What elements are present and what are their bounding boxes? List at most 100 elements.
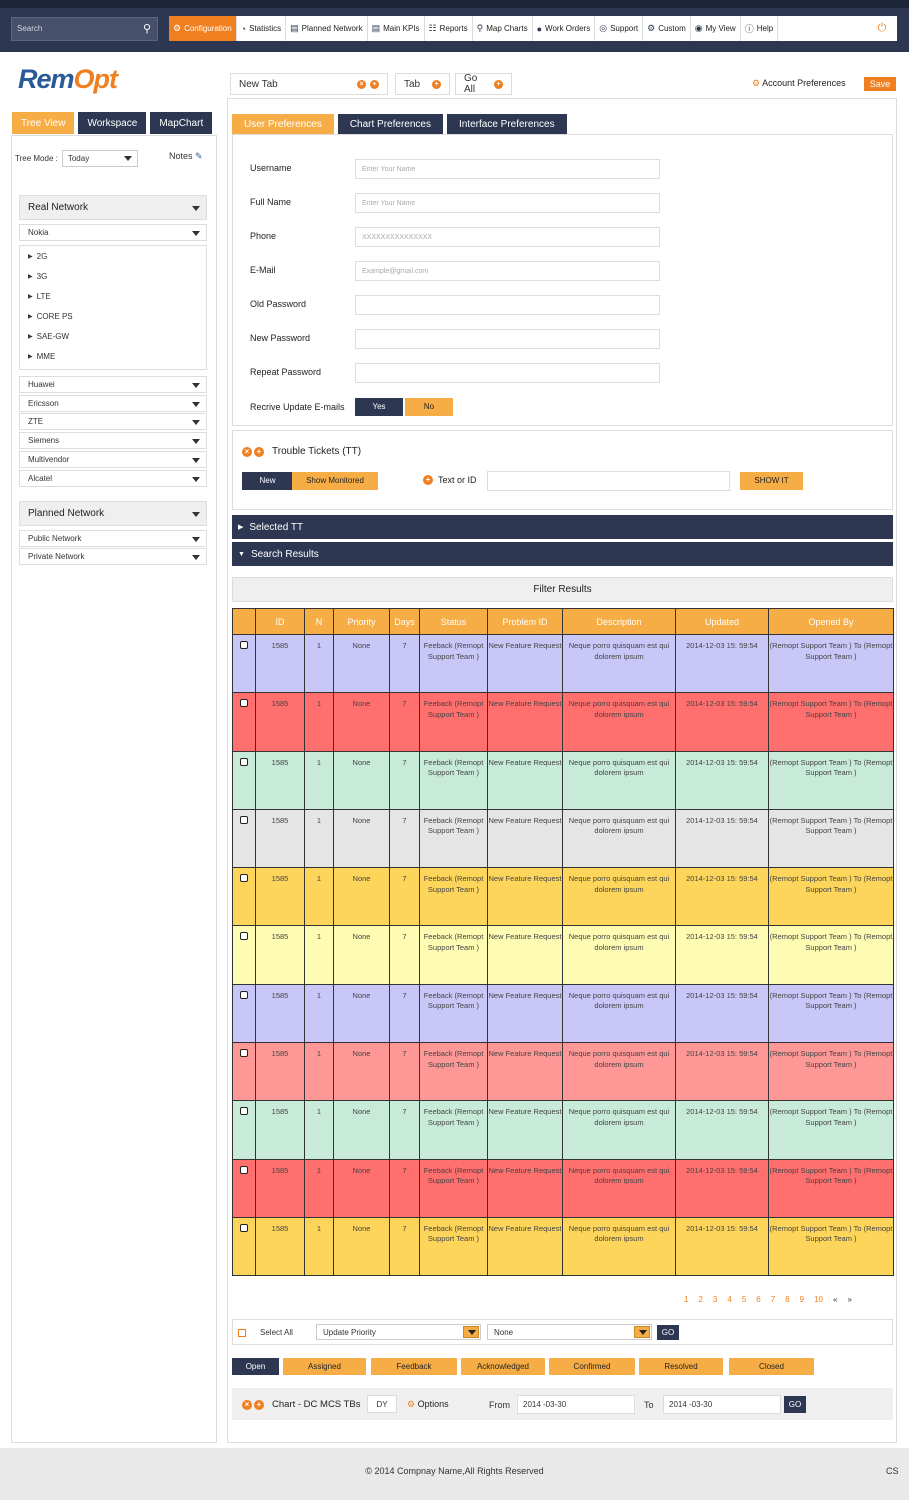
notes-link[interactable]: Notes ✎ [169, 151, 203, 162]
go-button[interactable]: GO [657, 1325, 679, 1340]
search-icon[interactable]: ⚲ [143, 22, 151, 35]
row-checkbox[interactable] [240, 699, 248, 708]
row-checkbox[interactable] [240, 1049, 248, 1058]
row-checkbox[interactable] [240, 1223, 248, 1232]
username-field[interactable]: Enter Your Name [355, 159, 660, 179]
nav-map-charts[interactable]: ⚲ Map Charts [473, 16, 533, 41]
search-results-bar[interactable]: ▼ Search Results [232, 542, 893, 566]
nav-statistics[interactable]: ◔ Statistics [237, 16, 287, 41]
show-monitored-button[interactable]: Show Monitored [292, 472, 378, 490]
tree-mode-select[interactable]: Today [61, 150, 138, 167]
pager-page[interactable]: 5 [742, 1295, 746, 1304]
column-header[interactable]: N [304, 608, 334, 635]
tree-node[interactable]: ▶ 2G [20, 246, 206, 266]
tree-node[interactable]: ▶ LTE [20, 286, 206, 306]
tab-workspace[interactable]: Workspace [78, 112, 147, 134]
status-acknowledged-button[interactable]: Acknowledged [461, 1358, 545, 1375]
status-feedback-button[interactable]: Feedback [371, 1358, 457, 1375]
table-row[interactable]: 1585 1 None 7 Feeback (Remopt Support Team )… [232, 1042, 894, 1102]
from-date-input[interactable]: 2014 -03-30 [517, 1395, 635, 1414]
vendor-multivendor[interactable]: Multivendor [19, 451, 207, 468]
row-checkbox[interactable] [240, 932, 248, 941]
pager-nav[interactable]: » [847, 1295, 851, 1304]
column-header[interactable]: Priority [333, 608, 390, 635]
options-button[interactable]: ⚙ Options [407, 1399, 449, 1410]
status-closed-button[interactable]: Closed [729, 1358, 814, 1375]
column-header[interactable] [232, 608, 256, 635]
pager-page[interactable]: 3 [713, 1295, 717, 1304]
add-icon[interactable]: + [254, 446, 264, 457]
pager-page[interactable]: 1 [684, 1295, 688, 1304]
old-password-field[interactable] [355, 295, 660, 315]
email-field[interactable]: Example@gmail.com [355, 261, 660, 281]
tab-tab[interactable]: Tab + [395, 73, 450, 95]
table-row[interactable]: 1585 1 None 7 Feeback (Remopt Support Team )… [232, 692, 894, 752]
add-icon[interactable]: + [494, 79, 503, 89]
column-header[interactable]: Updated [675, 608, 769, 635]
nav-custom[interactable]: ⚙ Custom [643, 16, 691, 41]
show-it-button[interactable]: SHOW IT [740, 472, 803, 490]
row-checkbox[interactable] [240, 874, 248, 883]
select-all[interactable]: Select All [238, 1328, 293, 1337]
private-network[interactable]: Private Network [19, 548, 207, 565]
table-row[interactable]: 1585 1 None 7 Feeback (Remopt Support Team )… [232, 925, 894, 985]
table-row[interactable]: 1585 1 None 7 Feeback (Remopt Support Team )… [232, 1100, 894, 1160]
row-checkbox[interactable] [240, 990, 248, 999]
tab-user-preferences[interactable]: User Preferences [232, 114, 334, 134]
text-or-id-input[interactable] [487, 471, 730, 491]
table-row[interactable]: 1585 1 None 7 Feeback (Remopt Support Team )… [232, 808, 894, 869]
search-input[interactable]: Search ⚲ [11, 17, 158, 41]
vendor-huawei[interactable]: Huawei [19, 376, 207, 393]
tab-go-all[interactable]: Go All + [455, 73, 512, 95]
nav-support[interactable]: ◎ Support [595, 16, 644, 41]
add-icon[interactable]: + [432, 79, 441, 89]
tree-node[interactable]: ▶ 3G [20, 266, 206, 286]
close-icon[interactable]: × [242, 1399, 252, 1410]
real-network-group[interactable]: Real Network [19, 195, 207, 220]
add-icon[interactable]: + [254, 1399, 264, 1410]
nav-my-view[interactable]: ◉ My View [691, 16, 741, 41]
column-header[interactable]: ID [255, 608, 305, 635]
tab-mapchart[interactable]: MapChart [150, 112, 213, 134]
yes-button[interactable]: Yes [355, 398, 403, 416]
close-icon[interactable]: × [242, 446, 252, 457]
table-row[interactable]: 1585 1 None 7 Feeback (Remopt Support Team )… [232, 633, 894, 694]
row-checkbox[interactable] [240, 641, 248, 649]
row-checkbox[interactable] [240, 815, 248, 824]
tab-tree-view[interactable]: Tree View [12, 112, 75, 134]
vendor-zte[interactable]: ZTE [19, 413, 207, 430]
pager-page[interactable]: 9 [800, 1295, 804, 1304]
status-open-button[interactable]: Open [232, 1358, 279, 1375]
phone-field[interactable]: XXXXXXXXXXXXXXX [355, 227, 660, 247]
tab-new-tab[interactable]: New Tab × + [230, 73, 388, 95]
nav-configuration[interactable]: ⚙ Configuration [169, 16, 237, 41]
chart-go-button[interactable]: GO [784, 1396, 806, 1413]
priority-value-select[interactable]: None [487, 1324, 652, 1340]
column-header[interactable]: Problem ID [487, 608, 563, 635]
table-row[interactable]: 1585 1 None 7 Feeback (Remopt Support Team )… [232, 983, 894, 1044]
pager-page[interactable]: 10 [814, 1295, 823, 1304]
pager-page[interactable]: 4 [727, 1295, 731, 1304]
close-icon[interactable]: × [357, 79, 366, 89]
fullname-field[interactable]: Enter Your Name [355, 193, 660, 213]
vendor-select-nokia[interactable]: Nokia [19, 224, 207, 241]
column-header[interactable]: Status [419, 608, 488, 635]
column-header[interactable]: Opened By [768, 608, 894, 635]
table-row[interactable]: 1585 1 None 7 Feeback (Remopt Support Team )… [232, 867, 894, 927]
dy-select[interactable]: DY [367, 1395, 397, 1413]
row-checkbox[interactable] [240, 1107, 248, 1116]
power-icon[interactable]: ⏻ [867, 16, 897, 41]
table-row[interactable]: 1585 1 None 7 Feeback (Remopt Support Team )… [232, 1158, 894, 1218]
account-preferences[interactable]: ⚙ Account Preferences [752, 78, 846, 89]
add-icon[interactable]: + [370, 79, 379, 89]
to-date-input[interactable]: 2014 -03-30 [663, 1395, 781, 1414]
public-network[interactable]: Public Network [19, 530, 207, 547]
table-row[interactable]: 1585 1 None 7 Feeback (Remopt Support Team )… [232, 1216, 894, 1277]
pager-page[interactable]: 6 [756, 1295, 760, 1304]
nav-work-orders[interactable]: ● Work Orders [533, 16, 596, 41]
nav-planned-network[interactable]: ▤ Planned Network [286, 16, 368, 41]
add-icon[interactable]: + [423, 475, 433, 485]
pager-page[interactable]: 2 [698, 1295, 702, 1304]
repeat-password-field[interactable] [355, 363, 660, 383]
table-row[interactable]: 1585 1 None 7 Feeback (Remopt Support Team )… [232, 750, 894, 810]
